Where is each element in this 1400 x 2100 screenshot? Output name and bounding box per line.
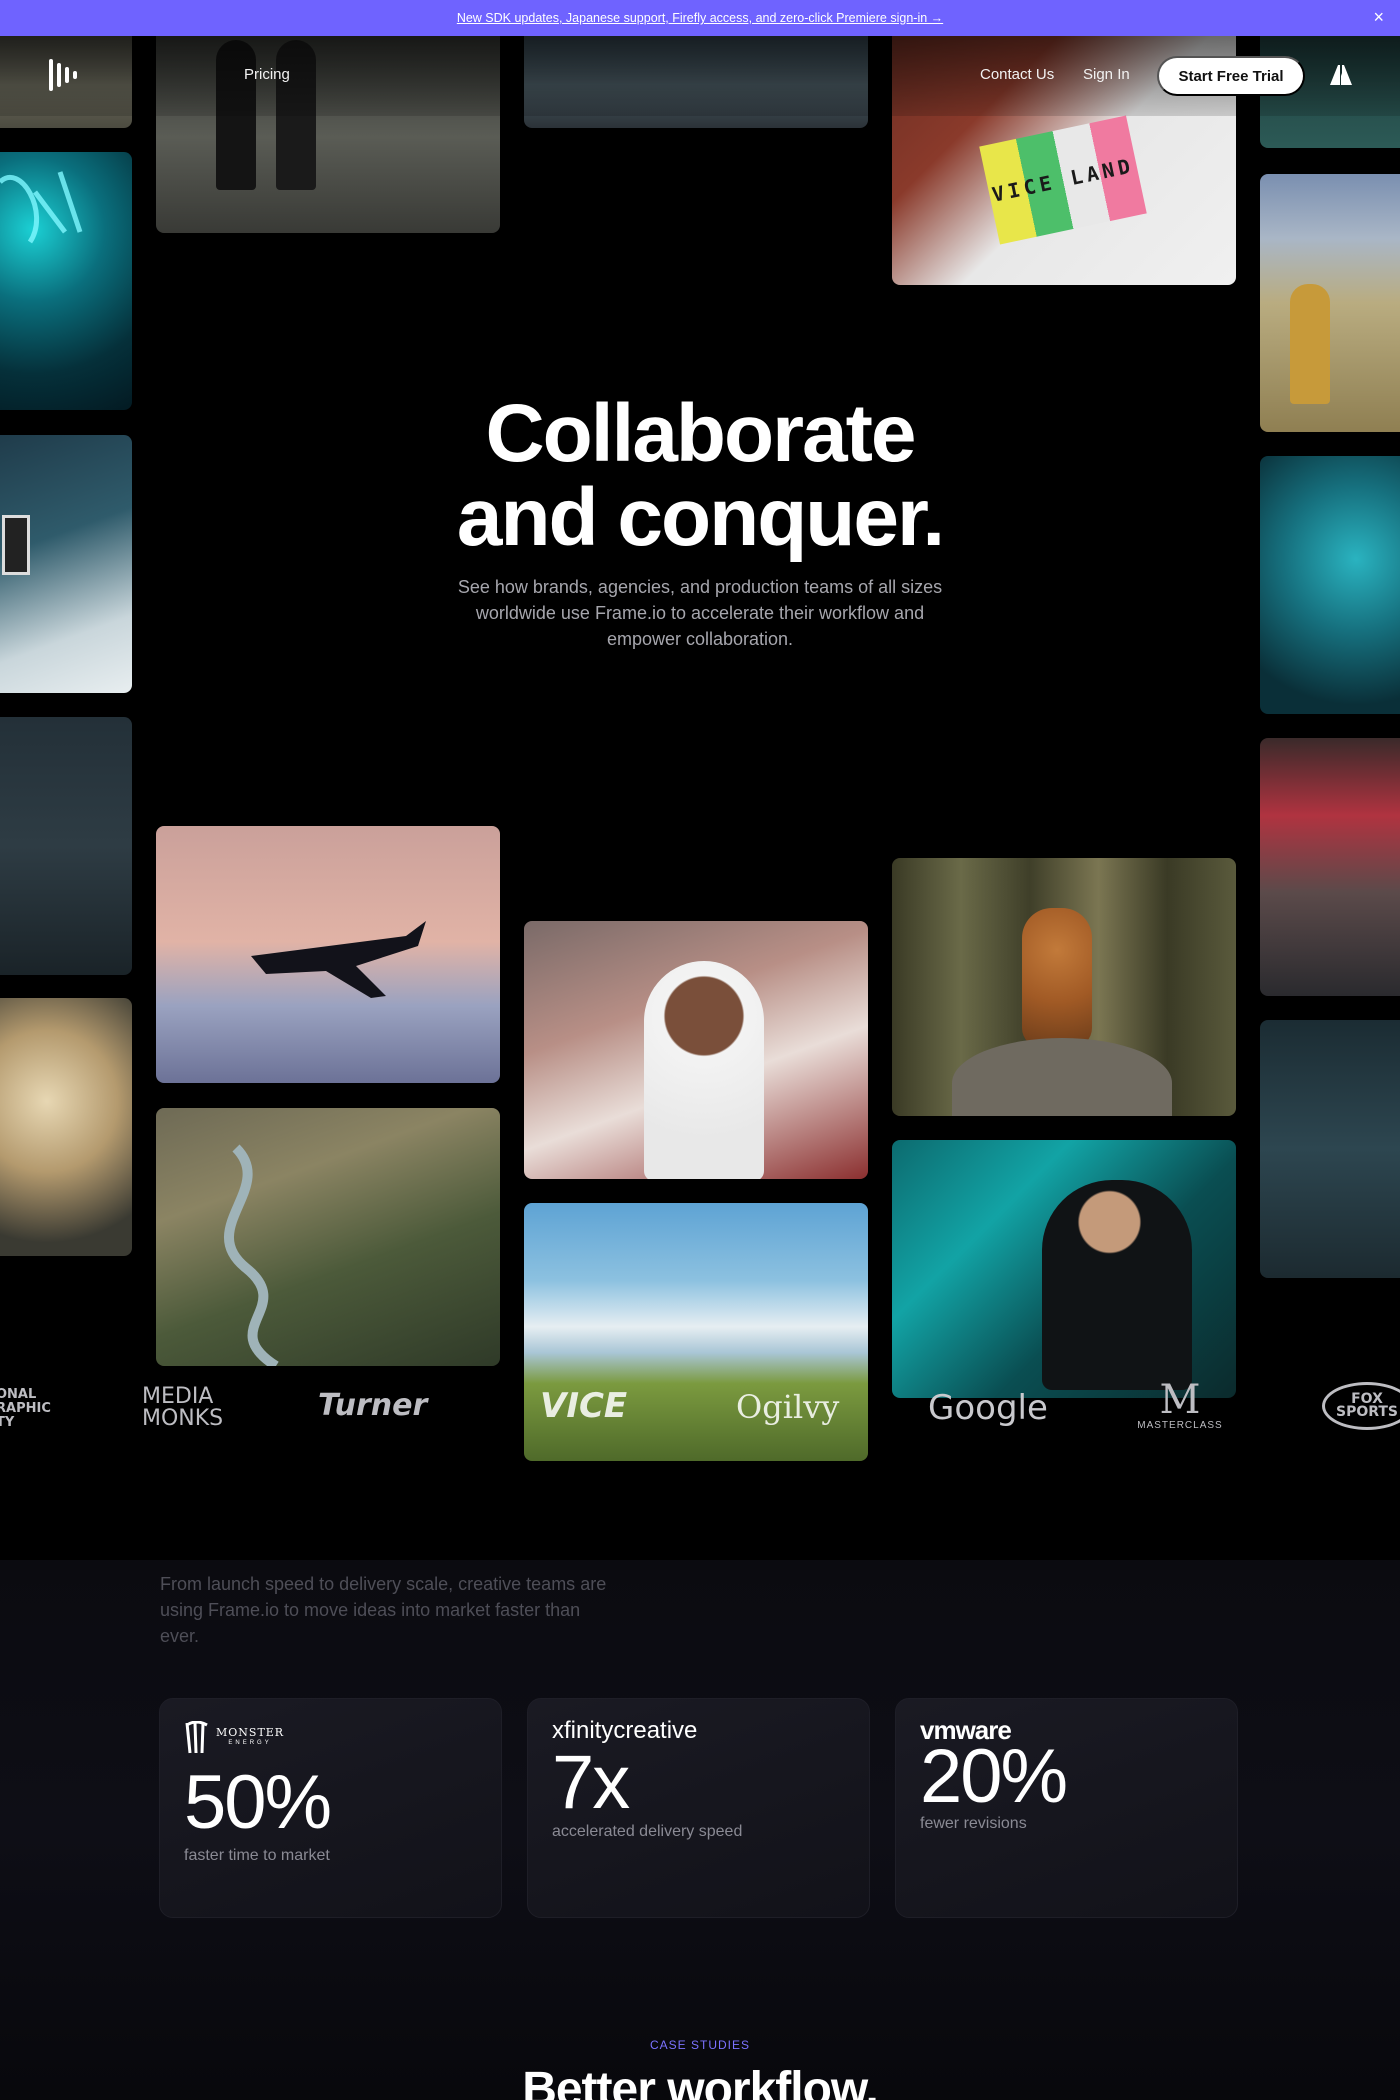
- stat-label: fewer revisions: [920, 1815, 1027, 1832]
- nav-signin-link[interactable]: Sign In: [1083, 66, 1130, 83]
- top-nav: Pricing Contact Us Sign In Start Free Tr…: [0, 36, 1400, 116]
- stat-card-monster[interactable]: MONSTER ENERGY 50% faster time to market: [159, 1698, 502, 1918]
- case-studies-title: Better workflow.: [522, 2063, 879, 2100]
- stat-card-vmware[interactable]: vmware 20% fewer revisions: [895, 1698, 1238, 1918]
- stat-value: 50%: [184, 1760, 332, 1845]
- nav-contact-link[interactable]: Contact Us: [980, 66, 1054, 83]
- tile-castle-right: [1260, 1020, 1400, 1278]
- monster-energy-logo: MONSTER ENERGY: [184, 1721, 284, 1755]
- tile-neon-sign: [0, 152, 132, 410]
- hero-title: Collaborate and conquer.: [300, 392, 1100, 560]
- jet-graphic: [251, 921, 426, 998]
- hero-section: VICE LAND Collaborate and conquer. See h…: [0, 0, 1400, 1560]
- fox-sports-text: FOX SPORTS: [1335, 1391, 1399, 1420]
- tile-castle-left: [0, 717, 132, 975]
- stat-value: 20%: [920, 1734, 1068, 1819]
- start-free-trial-button[interactable]: Start Free Trial: [1157, 56, 1305, 96]
- tile-blonde-hair: [0, 998, 132, 1256]
- masterclass-logo: M MASTERCLASS: [1136, 1380, 1224, 1431]
- ogilvy-logo: Ogilvy: [736, 1388, 840, 1426]
- monster-brand-sub: ENERGY: [228, 1740, 272, 1746]
- masterclass-m-icon: M: [1159, 1377, 1201, 1423]
- announcement-link[interactable]: New SDK updates, Japanese support, Firef…: [457, 11, 943, 25]
- cameraman-figure: [1290, 284, 1330, 404]
- customer-logos: ONAL RAPHIC TY MEDIA MONKS Turner VICE O…: [0, 1370, 1400, 1440]
- mediamonks-logo: MEDIA MONKS: [142, 1384, 224, 1431]
- google-logo: Google: [928, 1388, 1048, 1428]
- close-icon[interactable]: ×: [1373, 8, 1384, 26]
- fox-figure: [1022, 908, 1092, 1048]
- nav-pricing-link[interactable]: Pricing: [244, 66, 290, 83]
- tile-river-valley: [156, 1108, 500, 1366]
- turner-logo: Turner: [318, 1388, 428, 1423]
- tile-editor-desk: [892, 1140, 1236, 1398]
- announcement-banner: New SDK updates, Japanese support, Firef…: [0, 0, 1400, 36]
- hero-subtitle: See how brands, agencies, and production…: [457, 577, 943, 649]
- rock: [952, 1038, 1172, 1116]
- monster-claw-icon: [185, 1721, 208, 1754]
- fox-sports-logo: FOX SPORTS: [1322, 1382, 1400, 1430]
- tile-graffiti: [1260, 456, 1400, 714]
- hero-title-line-1: Collaborate: [485, 388, 916, 479]
- frameio-logo-icon[interactable]: [46, 58, 80, 92]
- stat-card-xfinity[interactable]: xfinitycreative 7x accelerated delivery …: [527, 1698, 870, 1918]
- monster-brand: MONSTER: [216, 1726, 285, 1739]
- viceland-text: VICE LAND: [989, 153, 1137, 207]
- stat-value: 7x: [552, 1740, 630, 1825]
- viceland-patch: VICE LAND: [979, 115, 1147, 245]
- results-intro: From launch speed to delivery scale, cre…: [160, 1574, 607, 1646]
- river-graphic: [224, 1144, 279, 1366]
- case-studies-label: CASE STUDIES: [649, 2038, 751, 2052]
- tile-fox-forest: [892, 858, 1236, 1116]
- results-section: From launch speed to delivery scale, cre…: [0, 1560, 1400, 2100]
- picture-frame: [2, 515, 30, 575]
- tile-soccer-girls: [524, 921, 868, 1179]
- tile-red-office: [1260, 738, 1400, 996]
- editor-figure: [1042, 1180, 1192, 1390]
- neon-sign-graphic: [0, 171, 83, 244]
- stat-label: faster time to market: [184, 1847, 330, 1864]
- adobe-logo-icon[interactable]: [1330, 65, 1352, 85]
- tile-jet-sunset: [156, 826, 500, 1083]
- vice-logo: VICE: [540, 1386, 628, 1426]
- natgeo-logo: ONAL RAPHIC TY: [0, 1387, 51, 1430]
- stat-label: accelerated delivery speed: [552, 1823, 743, 1840]
- girl-figure: [644, 961, 764, 1179]
- tile-cameraman-field: [1260, 174, 1400, 432]
- masterclass-label: MASTERCLASS: [1137, 1420, 1223, 1431]
- tile-office-hall: [0, 435, 132, 693]
- hero-title-line-2: and conquer.: [456, 472, 945, 563]
